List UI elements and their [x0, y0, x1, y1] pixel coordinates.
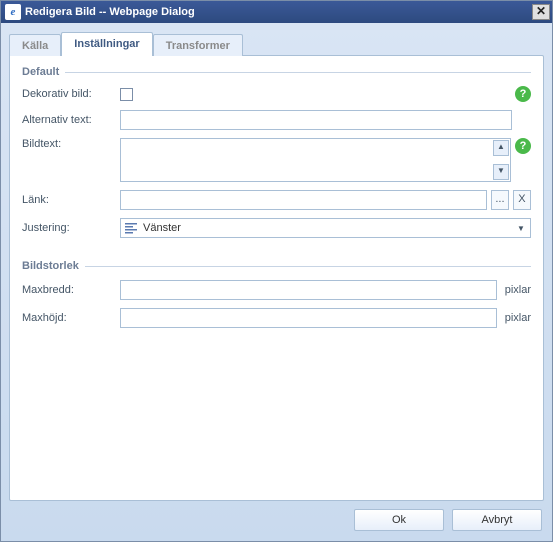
bildstorlek-legend: Bildstorlek: [22, 260, 79, 272]
lank-label: Länk:: [22, 194, 120, 206]
justering-label: Justering:: [22, 222, 120, 234]
maxhojd-input[interactable]: [120, 308, 497, 328]
align-left-icon: [123, 220, 139, 236]
tab-strip: Källa Inställningar Transformer: [9, 31, 544, 55]
scroll-down-icon[interactable]: ▼: [493, 164, 509, 180]
default-legend: Default: [22, 66, 59, 78]
dialog-footer: Ok Avbryt: [9, 501, 544, 533]
bildstorlek-section: Bildstorlek Maxbredd: pixlar Maxhöjd: pi…: [22, 260, 531, 336]
unit-label: pixlar: [505, 284, 531, 296]
lank-input[interactable]: [120, 190, 487, 210]
tab-kalla[interactable]: Källa: [9, 34, 61, 56]
browse-button[interactable]: ...: [491, 190, 509, 210]
window-title: Redigera Bild -- Webpage Dialog: [25, 6, 195, 18]
window-close-button[interactable]: ✕: [532, 4, 550, 20]
dialog-body: Källa Inställningar Transformer Default …: [1, 23, 552, 541]
tab-content: Default Dekorativ bild: ? Alternativ tex…: [9, 55, 544, 501]
dekorativ-bild-label: Dekorativ bild:: [22, 88, 120, 100]
maxbredd-input[interactable]: [120, 280, 497, 300]
app-icon: e: [5, 4, 21, 20]
maxbredd-label: Maxbredd:: [22, 284, 120, 296]
alt-text-input[interactable]: [120, 110, 512, 130]
scroll-up-icon[interactable]: ▲: [493, 140, 509, 156]
bildtext-label: Bildtext:: [22, 138, 120, 150]
clear-link-button[interactable]: X: [513, 190, 531, 210]
chevron-down-icon[interactable]: ▼: [514, 224, 528, 233]
justering-combobox[interactable]: Vänster ▼: [120, 218, 531, 238]
unit-label: pixlar: [505, 312, 531, 324]
alt-text-label: Alternativ text:: [22, 114, 120, 126]
maxhojd-label: Maxhöjd:: [22, 312, 120, 324]
default-section: Default Dekorativ bild: ? Alternativ tex…: [22, 66, 531, 246]
tab-transformer[interactable]: Transformer: [153, 34, 243, 56]
justering-value: Vänster: [143, 222, 510, 234]
bildtext-textarea[interactable]: ▲ ▼: [120, 138, 511, 182]
help-icon[interactable]: ?: [515, 86, 531, 102]
dekorativ-bild-checkbox[interactable]: [120, 88, 133, 101]
titlebar: e Redigera Bild -- Webpage Dialog ✕: [1, 1, 552, 23]
avbryt-button[interactable]: Avbryt: [452, 509, 542, 531]
divider: [65, 72, 531, 73]
divider: [85, 266, 531, 267]
help-icon[interactable]: ?: [515, 138, 531, 154]
ok-button[interactable]: Ok: [354, 509, 444, 531]
tab-installningar[interactable]: Inställningar: [61, 32, 152, 56]
